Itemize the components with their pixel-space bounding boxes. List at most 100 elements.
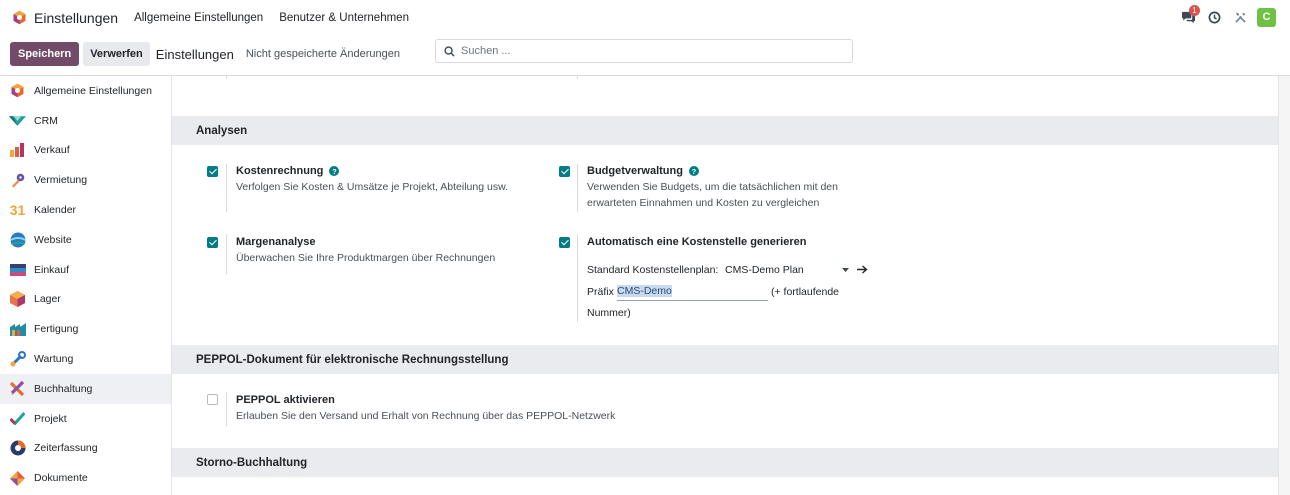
budgetverwaltung-checkbox[interactable] xyxy=(559,166,570,177)
sidebar-item-label: Zeiterfassung xyxy=(34,442,98,455)
website-icon xyxy=(9,231,26,248)
user-avatar[interactable]: C xyxy=(1257,7,1276,27)
control-panel: Speichern Verwerfen Einstellungen Nicht … xyxy=(0,36,1290,72)
messages-badge: 1 xyxy=(1189,5,1200,16)
budgetverwaltung-label: Budgetverwaltung xyxy=(587,165,683,177)
budgetverwaltung-description-line2: erwarteten Einnahmen und Kosten zu vergl… xyxy=(587,197,820,209)
arrow-right-icon[interactable] xyxy=(857,265,868,274)
budgetverwaltung-description-line1: Verwenden Sie Budgets, um die tatsächlic… xyxy=(587,181,838,193)
sidebar-item-accounting[interactable]: Buchhaltung xyxy=(0,373,171,404)
setting-divider xyxy=(577,164,578,212)
sidebar-item-label: Allgemeine Einstellungen xyxy=(34,84,152,97)
sidebar-item-label: Einkauf xyxy=(34,263,70,276)
maintenance-icon xyxy=(9,351,26,368)
prev-setting-divider xyxy=(226,76,227,79)
unsaved-changes-label: Nicht gespeicherte Änderungen xyxy=(245,48,400,60)
clock-icon xyxy=(1208,11,1220,23)
setting-divider xyxy=(226,164,227,212)
sidebar-item-documents[interactable]: Dokumente xyxy=(0,463,171,493)
sidebar-item-general-settings[interactable]: Allgemeine Einstellungen xyxy=(0,76,171,106)
sidebar-item-label: Fertigung xyxy=(34,323,79,336)
menu-general-settings[interactable]: Allgemeine Einstellungen xyxy=(134,12,263,24)
sidebar-item-project[interactable]: Projekt xyxy=(0,404,171,434)
setting-divider xyxy=(226,392,227,426)
prev-setting-divider xyxy=(577,76,578,79)
auto-kostenstelle-checkbox[interactable] xyxy=(559,237,570,248)
debug-button[interactable] xyxy=(1227,7,1253,27)
calendar-day-glyph: 31 xyxy=(9,202,26,219)
help-icon[interactable]: ? xyxy=(329,166,340,176)
sidebar-item-label: Wartung xyxy=(34,353,74,366)
sidebar-item-label: Verkauf xyxy=(34,144,70,157)
setting-divider xyxy=(577,234,578,322)
settings-app-icon[interactable] xyxy=(12,10,27,25)
budgetverwaltung-title: Budgetverwaltung ? xyxy=(587,165,699,177)
help-icon[interactable]: ? xyxy=(688,166,699,176)
section-storno-header: Storno-Buchhaltung xyxy=(172,448,1278,477)
top-navbar: Einstellungen Allgemeine Einstellungen B… xyxy=(0,0,1290,35)
systray: 1 C xyxy=(1175,5,1276,27)
sidebar-item-manufacturing[interactable]: Fertigung xyxy=(0,314,171,344)
discard-button[interactable]: Verwerfen xyxy=(83,42,150,66)
sidebar-item-purchase[interactable]: Einkauf xyxy=(0,255,171,285)
section-analysen-header: Analysen xyxy=(172,116,1278,145)
sidebar-item-maintenance[interactable]: Wartung xyxy=(0,344,171,374)
sidebar-item-calendar[interactable]: 31 Kalender xyxy=(0,195,171,225)
kostenstellenplan-label: Standard Kostenstellenplan: xyxy=(587,264,719,276)
setting-divider xyxy=(226,234,227,274)
sidebar-item-label: Lager xyxy=(34,293,61,306)
kostenrechnung-checkbox[interactable] xyxy=(207,166,218,177)
search-box[interactable] xyxy=(435,39,853,63)
praefix-input[interactable]: CMS-Demo xyxy=(617,285,768,301)
purchase-icon xyxy=(9,261,26,278)
inventory-icon xyxy=(9,291,26,308)
section-peppol-header: PEPPOL-Dokument für elektronische Rechnu… xyxy=(172,345,1278,374)
crm-icon xyxy=(9,112,26,129)
sidebar-item-sales[interactable]: Verkauf xyxy=(0,136,171,166)
sidebar-item-label: Projekt xyxy=(34,412,67,425)
project-icon xyxy=(9,410,26,427)
kostenrechnung-title: Kostenrechnung ? xyxy=(236,165,340,177)
sidebar-item-label: Kalender xyxy=(34,204,77,217)
praefix-value: CMS-Demo xyxy=(617,285,672,297)
rental-icon xyxy=(9,172,26,189)
peppol-activate-title: PEPPOL aktivieren xyxy=(236,394,335,406)
margenanalyse-checkbox[interactable] xyxy=(207,237,218,248)
peppol-activate-checkbox[interactable] xyxy=(207,394,218,405)
sidebar-item-rental[interactable]: Vermietung xyxy=(0,165,171,195)
menu-users-companies[interactable]: Benutzer & Unternehmen xyxy=(279,12,409,24)
app-name[interactable]: Einstellungen xyxy=(34,10,118,26)
settings-sidebar: Allgemeine Einstellungen CRM Verkauf Ver… xyxy=(0,76,172,495)
peppol-activate-description: Erlauben Sie den Versand und Erhalt von … xyxy=(236,410,616,422)
scrollbar-track[interactable] xyxy=(1278,76,1290,495)
accounting-icon xyxy=(9,380,26,397)
save-button[interactable]: Speichern xyxy=(10,42,80,66)
sales-icon xyxy=(9,142,26,159)
settings-icon xyxy=(9,82,26,99)
margenanalyse-title: Margenanalyse xyxy=(236,236,316,248)
tools-icon xyxy=(1234,12,1246,23)
calendar-icon: 31 xyxy=(9,202,26,219)
sidebar-item-website[interactable]: Website xyxy=(0,225,171,255)
manufacturing-icon xyxy=(9,321,26,338)
sidebar-item-label: Vermietung xyxy=(34,174,88,187)
search-input[interactable] xyxy=(461,45,841,57)
praefix-suffix-line2: Nummer) xyxy=(587,307,631,319)
praefix-suffix-line1: (+ fortlaufende xyxy=(771,286,840,298)
sidebar-item-label: Buchhaltung xyxy=(34,382,93,395)
page-title: Einstellungen xyxy=(155,46,234,62)
margenanalyse-description: Überwachen Sie Ihre Produktmargen über R… xyxy=(236,252,496,264)
caret-down-icon[interactable] xyxy=(842,268,849,272)
praefix-label: Präfix xyxy=(587,286,614,298)
kostenrechnung-label: Kostenrechnung xyxy=(236,165,324,177)
search-icon xyxy=(444,45,455,57)
timesheet-icon xyxy=(9,440,26,457)
settings-content: Analysen Kostenrechnung ? Verfolgen Sie … xyxy=(172,76,1278,495)
sidebar-item-label: Dokumente xyxy=(34,472,88,485)
sidebar-item-inventory[interactable]: Lager xyxy=(0,285,171,315)
activity-button[interactable] xyxy=(1201,7,1227,27)
kostenstellenplan-select[interactable]: CMS-Demo Plan xyxy=(725,264,804,276)
sidebar-item-timesheet[interactable]: Zeiterfassung xyxy=(0,434,171,464)
messages-button[interactable]: 1 xyxy=(1175,5,1201,27)
sidebar-item-crm[interactable]: CRM xyxy=(0,106,171,136)
